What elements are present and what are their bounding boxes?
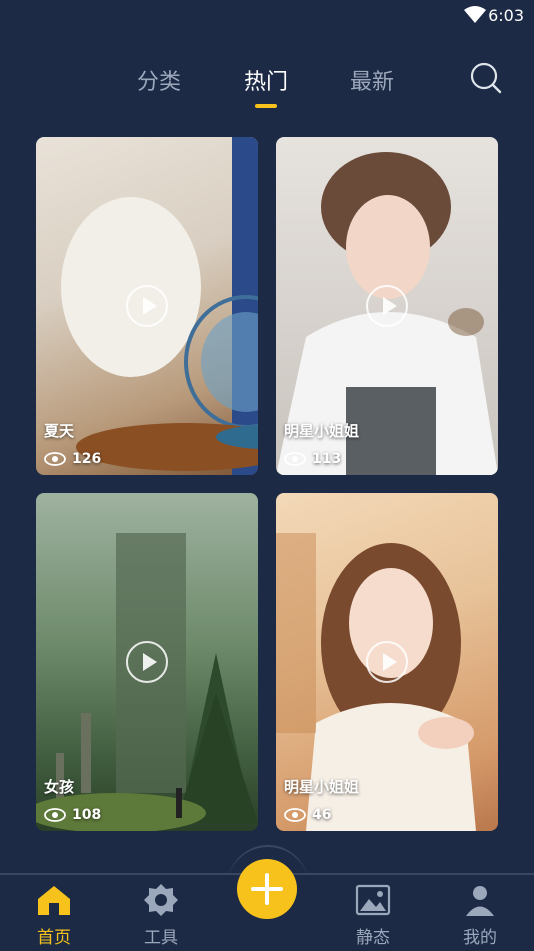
nav-tools[interactable]: 工具 [121,875,201,951]
home-icon [38,886,70,915]
wifi-icon [464,6,486,23]
nav-tools-label: 工具 [144,928,178,948]
top-tabs: 分类 热门 最新 [0,60,534,120]
video-card[interactable]: 明星小姐姐 113 [276,137,498,475]
play-icon [366,641,408,683]
tab-latest[interactable]: 最新 [350,64,394,96]
tab-category[interactable]: 分类 [137,64,181,96]
view-count: 113 [284,451,341,467]
play-icon [126,641,168,683]
view-count-value: 113 [312,451,342,467]
view-count-value: 126 [72,451,102,467]
play-icon [366,285,408,327]
eye-icon [284,808,306,822]
nav-home[interactable]: 首页 [14,875,94,951]
eye-icon [284,452,306,466]
card-title: 夏天 [44,422,75,440]
nav-profile[interactable]: 我的 [440,875,520,951]
status-time: 6:03 [488,6,524,25]
search-icon[interactable] [469,61,503,95]
card-title: 女孩 [44,778,75,796]
view-count: 108 [44,807,101,823]
eye-icon [44,452,66,466]
nav-home-label: 首页 [37,928,71,948]
eye-icon [44,808,66,822]
nav-profile-label: 我的 [463,928,497,948]
video-card[interactable]: 夏天 126 [36,137,258,475]
card-title: 明星小姐姐 [284,778,360,796]
view-count-value: 108 [72,807,102,823]
card-title: 明星小姐姐 [284,422,360,440]
gear-icon [144,884,178,916]
user-icon [466,886,494,916]
nav-static[interactable]: 静态 [333,875,413,951]
status-bar: 6:03 [0,0,534,30]
play-icon [126,285,168,327]
tab-hot[interactable]: 热门 [244,64,288,96]
view-count: 46 [284,807,331,823]
nav-static-label: 静态 [356,928,390,948]
view-count-value: 46 [312,807,332,823]
video-card[interactable]: 明星小姐姐 46 [276,493,498,831]
active-tab-indicator [255,104,277,108]
view-count: 126 [44,451,101,467]
image-icon [355,884,391,916]
add-button[interactable] [237,859,297,919]
video-card[interactable]: 女孩 108 [36,493,258,831]
